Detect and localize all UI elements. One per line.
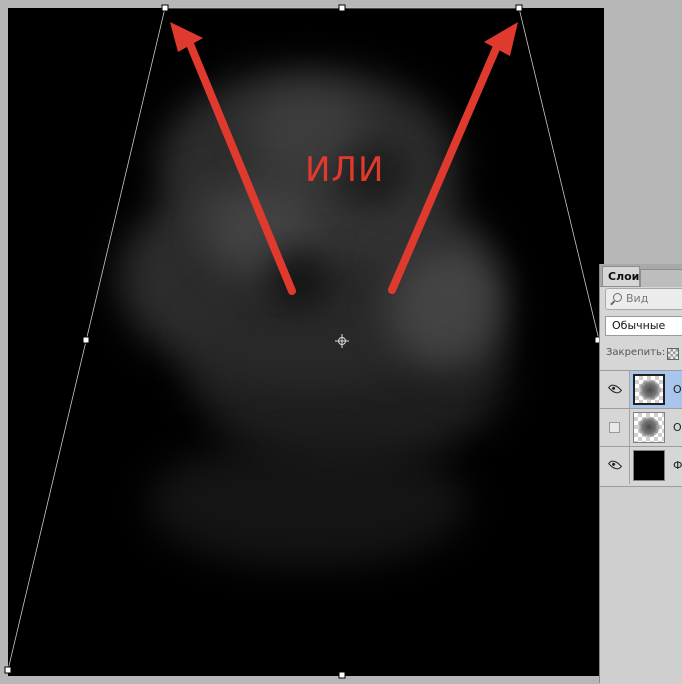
transform-handle-bottom-center[interactable] xyxy=(338,671,346,679)
layer-visibility-toggle[interactable] xyxy=(600,409,630,446)
layer-thumbnail[interactable] xyxy=(633,412,665,443)
arrow-left-icon xyxy=(170,22,296,295)
lock-label: Закрепить: xyxy=(606,347,666,358)
arrow-right-icon xyxy=(388,22,518,294)
tab-layers[interactable]: Слои xyxy=(602,266,640,286)
blend-mode-select[interactable]: Обычные xyxy=(605,316,682,336)
panel-tabbar: Слои xyxy=(600,264,682,287)
layer-row[interactable]: Ф xyxy=(600,446,682,484)
layer-visibility-toggle[interactable] xyxy=(600,371,630,408)
transform-handle-middle-left[interactable] xyxy=(82,336,90,344)
transform-handle-top-left[interactable] xyxy=(161,4,169,12)
transform-handle-top-right[interactable] xyxy=(515,4,523,12)
transform-center-point-icon[interactable] xyxy=(335,334,349,348)
search-icon xyxy=(613,293,622,302)
annotation-label: ИЛИ xyxy=(305,150,385,190)
transform-handle-bottom-left[interactable] xyxy=(4,666,12,674)
tab-inactive[interactable] xyxy=(640,269,682,287)
layer-name: Ф xyxy=(673,459,682,472)
layer-thumbnail[interactable] xyxy=(633,450,665,481)
layer-visibility-toggle[interactable] xyxy=(600,447,630,484)
eye-icon xyxy=(607,381,623,397)
layer-row[interactable]: О xyxy=(600,370,682,408)
transform-overlay xyxy=(4,4,602,679)
layer-main[interactable]: О xyxy=(630,409,682,446)
lock-row: Закрепить: xyxy=(600,342,682,364)
layer-name: О xyxy=(673,383,682,396)
eye-icon xyxy=(607,457,623,473)
layer-main[interactable]: Ф xyxy=(630,447,682,484)
transform-edge-right xyxy=(518,7,600,341)
layers-panel: Слои Вид Обычные Закрепить: О О Ф xyxy=(599,264,682,684)
visibility-off-icon xyxy=(609,422,620,433)
layers-empty-area xyxy=(600,486,682,684)
layer-filter-input[interactable]: Вид xyxy=(605,288,682,310)
layer-main[interactable]: О xyxy=(630,371,682,408)
layer-filter-placeholder: Вид xyxy=(626,292,649,305)
transform-handle-top-center[interactable] xyxy=(338,4,346,12)
layer-thumbnail[interactable] xyxy=(633,374,665,405)
layer-row[interactable]: О xyxy=(600,408,682,446)
lock-transparency-icon[interactable] xyxy=(667,348,679,360)
layer-name: О xyxy=(673,421,682,434)
